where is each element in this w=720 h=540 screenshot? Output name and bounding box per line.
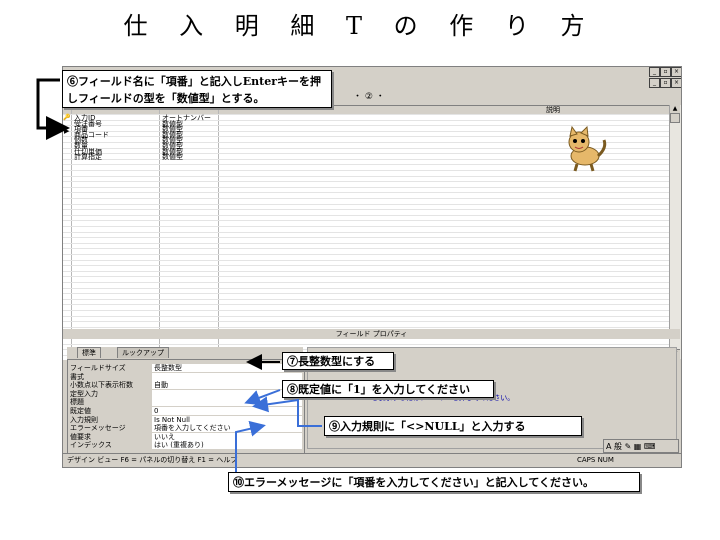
arrow-step-6: [36, 78, 70, 140]
arrow-step-9: [252, 396, 322, 427]
arrow-step-8: [244, 389, 281, 406]
arrow-step-10: [235, 420, 266, 472]
callout-arrows: [36, 78, 322, 472]
